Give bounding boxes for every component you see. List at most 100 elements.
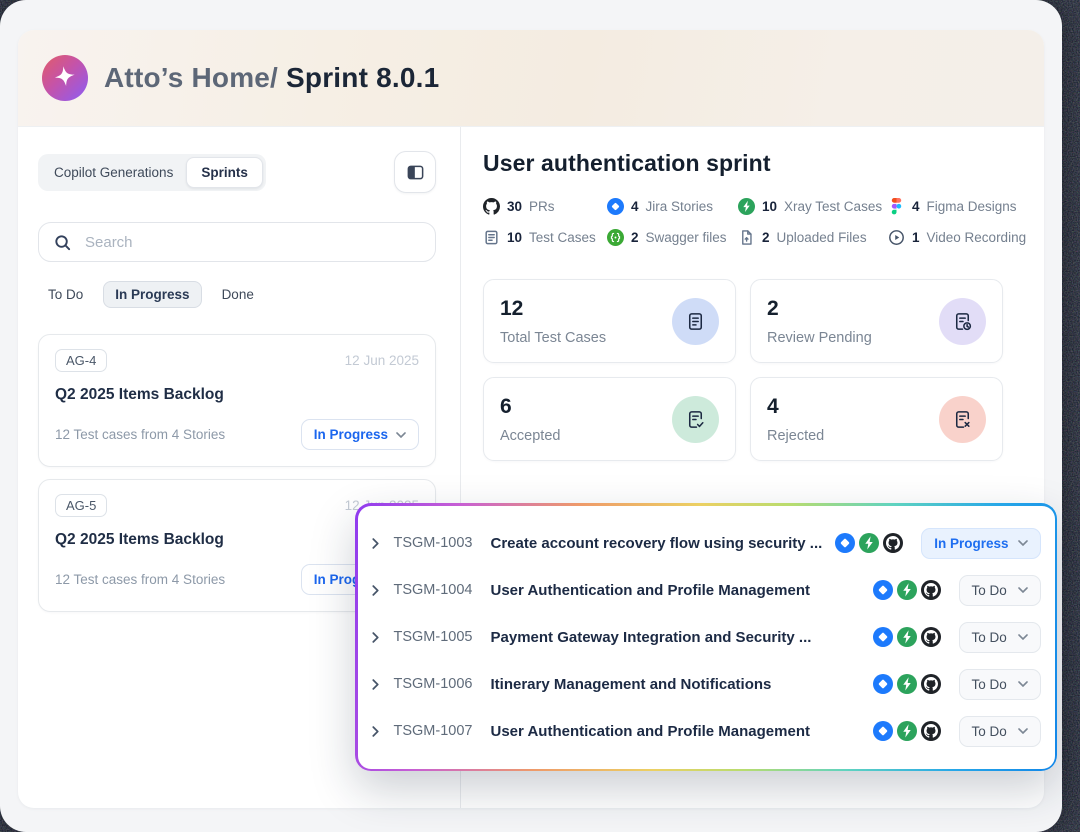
stat-label: PRs — [529, 199, 555, 214]
stat-count: 10 — [762, 199, 777, 214]
stat-count: 4 — [631, 199, 639, 214]
chevron-right-icon[interactable] — [372, 726, 394, 737]
status-label: In Progress — [934, 536, 1008, 551]
stat-count: 10 — [507, 230, 522, 245]
chevron-down-icon — [1018, 728, 1028, 734]
test-case-title: User Authentication and Profile Manageme… — [491, 723, 873, 740]
breadcrumb-home: Atto’s Home/ — [104, 62, 278, 93]
stat-prs: 30 PRs — [483, 198, 607, 215]
status-label: To Do — [972, 583, 1007, 598]
github-icon — [883, 533, 903, 553]
summary-label: Total Test Cases — [500, 330, 606, 346]
github-icon — [921, 627, 941, 647]
issue-key-badge: AG-4 — [55, 349, 107, 372]
stat-count: 30 — [507, 199, 522, 214]
status-dropdown[interactable]: To Do — [959, 622, 1041, 653]
stat-uploaded-files: 2 Uploaded Files — [738, 229, 888, 246]
stat-xray-test-cases: 10 Xray Test Cases — [738, 198, 888, 215]
card-subtitle: 12 Test cases from 4 Stories — [55, 427, 225, 442]
stat-label: Uploaded Files — [777, 230, 867, 245]
chevron-right-icon[interactable] — [372, 632, 394, 643]
test-case-key: TSGM-1005 — [394, 629, 491, 645]
test-case-title: Payment Gateway Integration and Security… — [491, 629, 873, 646]
tab-copilot-generations[interactable]: Copilot Generations — [41, 157, 186, 188]
sidebar-collapse-button[interactable] — [394, 151, 436, 193]
chevron-down-icon — [1018, 634, 1028, 640]
sprint-heading: User authentication sprint — [483, 150, 1044, 177]
status-dropdown[interactable]: To Do — [959, 669, 1041, 700]
status-dropdown[interactable]: To Do — [959, 575, 1041, 606]
test-case-title: User Authentication and Profile Manageme… — [491, 582, 873, 599]
view-switcher: Copilot Generations Sprints — [38, 154, 266, 191]
card-date: 12 Jun 2025 — [345, 353, 419, 368]
source-icons — [873, 674, 941, 694]
status-label: In Progress — [314, 427, 388, 442]
summary-cards: 12 Total Test Cases 2 Review Pending — [483, 279, 1003, 461]
search-bar[interactable] — [38, 222, 436, 262]
summary-label: Rejected — [767, 428, 824, 444]
sparkle-icon — [48, 61, 82, 95]
test-case-row[interactable]: TSGM-1005 Payment Gateway Integration an… — [372, 622, 1041, 653]
summary-value: 2 — [767, 297, 872, 321]
status-dropdown[interactable]: To Do — [959, 716, 1041, 747]
source-icons — [873, 627, 941, 647]
test-case-key: TSGM-1006 — [394, 676, 491, 692]
test-case-row[interactable]: TSGM-1003 Create account recovery flow u… — [372, 528, 1041, 559]
stat-video-recording: 1 Video Recording — [888, 229, 1044, 246]
xray-icon — [897, 674, 917, 694]
jira-icon — [873, 627, 893, 647]
status-dropdown[interactable]: In Progress — [301, 419, 419, 450]
test-case-row[interactable]: TSGM-1004 User Authentication and Profil… — [372, 575, 1041, 606]
jira-icon — [873, 721, 893, 741]
summary-label: Review Pending — [767, 330, 872, 346]
stat-label: Figma Designs — [927, 199, 1017, 214]
filter-in-progress[interactable]: In Progress — [103, 281, 201, 308]
app-header: Atto’s Home/ Sprint 8.0.1 — [18, 30, 1044, 127]
jira-icon — [607, 198, 624, 215]
search-icon — [53, 233, 72, 252]
summary-value: 4 — [767, 395, 824, 419]
status-label: To Do — [972, 677, 1007, 692]
stat-swagger-files: 2 Swagger files — [607, 229, 738, 246]
filter-done[interactable]: Done — [212, 281, 264, 308]
xray-icon — [738, 198, 755, 215]
chevron-right-icon[interactable] — [372, 679, 394, 690]
accepted-icon — [672, 396, 719, 443]
uploaded-files-icon — [738, 229, 755, 246]
status-filters: To Do In Progress Done — [38, 281, 436, 308]
test-case-row[interactable]: TSGM-1006 Itinerary Management and Notif… — [372, 669, 1041, 700]
card-title: Q2 2025 Items Backlog — [55, 386, 419, 404]
chevron-down-icon — [396, 432, 406, 438]
source-icons — [873, 721, 941, 741]
github-icon — [921, 674, 941, 694]
sprint-card[interactable]: AG-4 12 Jun 2025 Q2 2025 Items Backlog 1… — [38, 334, 436, 467]
tab-sprints[interactable]: Sprints — [186, 157, 263, 188]
rejected-icon — [939, 396, 986, 443]
status-label: To Do — [972, 630, 1007, 645]
breadcrumb-sprint: Sprint 8.0.1 — [286, 62, 439, 93]
search-input[interactable] — [83, 233, 421, 252]
github-icon — [921, 721, 941, 741]
test-cases-panel: TSGM-1003 Create account recovery flow u… — [355, 503, 1057, 771]
stat-count: 2 — [631, 230, 639, 245]
test-case-row[interactable]: TSGM-1007 User Authentication and Profil… — [372, 716, 1041, 747]
summary-label: Accepted — [500, 428, 560, 444]
issue-key-badge: AG-5 — [55, 494, 107, 517]
accepted-card: 6 Accepted — [483, 377, 736, 461]
review-pending-icon — [939, 298, 986, 345]
status-dropdown[interactable]: In Progress — [921, 528, 1040, 559]
app-logo — [42, 55, 88, 101]
stat-label: Test Cases — [529, 230, 596, 245]
source-icons — [835, 533, 903, 553]
test-case-title: Itinerary Management and Notifications — [491, 676, 873, 693]
filter-todo[interactable]: To Do — [38, 281, 93, 308]
xray-icon — [897, 627, 917, 647]
chevron-right-icon[interactable] — [372, 585, 394, 596]
status-label: To Do — [972, 724, 1007, 739]
test-case-key: TSGM-1004 — [394, 582, 491, 598]
chevron-right-icon[interactable] — [372, 538, 394, 549]
xray-icon — [897, 580, 917, 600]
summary-value: 12 — [500, 297, 606, 321]
review-pending-card: 2 Review Pending — [750, 279, 1003, 363]
summary-value: 6 — [500, 395, 560, 419]
